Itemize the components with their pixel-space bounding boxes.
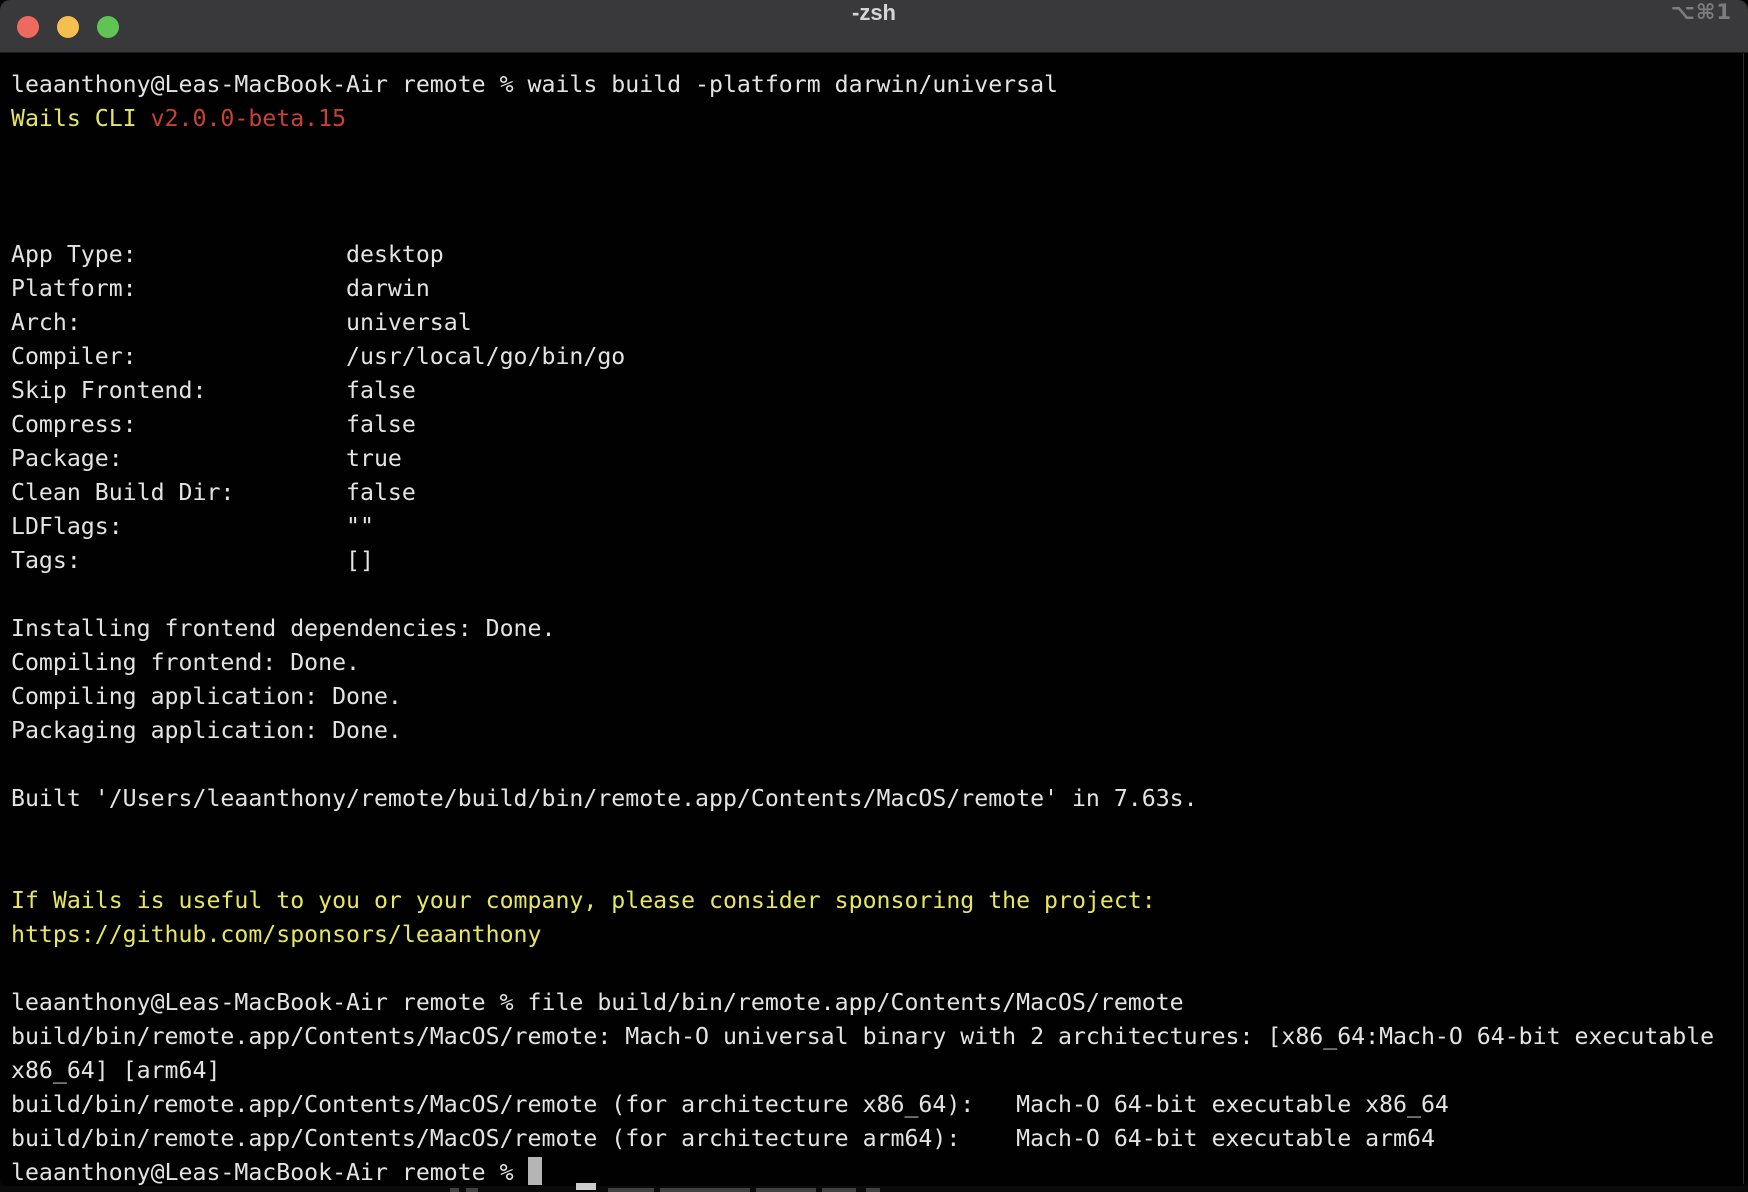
terminal-line: Skip Frontend: false	[11, 374, 1748, 408]
terminal-text-segment: Compress: false	[11, 411, 416, 438]
terminal-line	[11, 952, 1748, 986]
background-window-text-fragment	[608, 1188, 654, 1192]
terminal-text-segment: Wails CLI	[11, 105, 151, 132]
terminal-line: x86_64] [arm64]	[11, 1054, 1748, 1088]
terminal-line: Tags: []	[11, 544, 1748, 578]
terminal-line: App Type: desktop	[11, 238, 1748, 272]
terminal-text-segment: leaanthony@Leas-MacBook-Air remote % fil…	[11, 989, 1184, 1016]
background-window-sliver	[0, 1186, 1748, 1192]
terminal-text-segment: v2.0.0-beta.15	[151, 105, 346, 132]
terminal-text-segment: Packaging application: Done.	[11, 717, 402, 744]
terminal-line: Package: true	[11, 442, 1748, 476]
terminal-line	[11, 170, 1748, 204]
terminal-line	[11, 136, 1748, 170]
terminal-line: build/bin/remote.app/Contents/MacOS/remo…	[11, 1020, 1748, 1054]
terminal-text-segment: Package: true	[11, 445, 402, 472]
terminal-text-segment: Platform: darwin	[11, 275, 430, 302]
terminal-line: Installing frontend dependencies: Done.	[11, 612, 1748, 646]
terminal-line: build/bin/remote.app/Contents/MacOS/remo…	[11, 1088, 1748, 1122]
terminal-line	[11, 850, 1748, 884]
terminal-line	[11, 816, 1748, 850]
terminal-line: Built '/Users/leaanthony/remote/build/bi…	[11, 782, 1748, 816]
tab-keyboard-shortcut: ⌥⌘1	[1671, 0, 1732, 52]
terminal-line: build/bin/remote.app/Contents/MacOS/remo…	[11, 1122, 1748, 1156]
terminal-line: Clean Build Dir: false	[11, 476, 1748, 510]
terminal-line: Packaging application: Done.	[11, 714, 1748, 748]
background-window-text-fragment	[450, 1188, 459, 1192]
terminal-text-segment: build/bin/remote.app/Contents/MacOS/remo…	[11, 1091, 1449, 1118]
terminal-text-segment: Compiling frontend: Done.	[11, 649, 360, 676]
terminal-window: -zsh ⌥⌘1 leaanthony@Leas-MacBook-Air rem…	[0, 0, 1748, 1186]
terminal-text-segment: Arch: universal	[11, 309, 472, 336]
terminal-line: Compiler: /usr/local/go/bin/go	[11, 340, 1748, 374]
terminal-text-segment: Compiling application: Done.	[11, 683, 402, 710]
terminal-text-segment: Tags: []	[11, 547, 374, 574]
terminal-text-segment: leaanthony@Leas-MacBook-Air remote %	[11, 1159, 528, 1186]
terminal-screen[interactable]: leaanthony@Leas-MacBook-Air remote % wai…	[0, 53, 1748, 1186]
terminal-line: https://github.com/sponsors/leaanthony	[11, 918, 1748, 952]
terminal-text-segment: If Wails is useful to you or your compan…	[11, 887, 1156, 914]
terminal-line: Compiling application: Done.	[11, 680, 1748, 714]
scrollbar-track[interactable]	[1743, 53, 1744, 1184]
terminal-line: leaanthony@Leas-MacBook-Air remote % wai…	[11, 68, 1748, 102]
background-window-text-fragment	[466, 1188, 478, 1192]
background-window-text-fragment	[866, 1188, 880, 1192]
terminal-line: Compress: false	[11, 408, 1748, 442]
terminal-line: Compiling frontend: Done.	[11, 646, 1748, 680]
terminal-line	[11, 204, 1748, 238]
terminal-line: Arch: universal	[11, 306, 1748, 340]
terminal-text-segment: https://github.com/sponsors/leaanthony	[11, 921, 541, 948]
background-window-text-fragment	[660, 1188, 750, 1192]
terminal-text-segment: build/bin/remote.app/Contents/MacOS/remo…	[11, 1125, 1435, 1152]
terminal-text-segment: Skip Frontend: false	[11, 377, 416, 404]
terminal-text-segment: build/bin/remote.app/Contents/MacOS/remo…	[11, 1023, 1714, 1050]
terminal-cursor	[528, 1157, 542, 1185]
terminal-text-segment: x86_64] [arm64]	[11, 1057, 220, 1084]
terminal-line: Wails CLI v2.0.0-beta.15	[11, 102, 1748, 136]
window-title: -zsh	[0, 0, 1748, 52]
terminal-text-segment: Compiler: /usr/local/go/bin/go	[11, 343, 625, 370]
terminal-line: LDFlags: ""	[11, 510, 1748, 544]
terminal-text-segment: Clean Build Dir: false	[11, 479, 416, 506]
terminal-line	[11, 748, 1748, 782]
terminal-line	[11, 578, 1748, 612]
terminal-line: Platform: darwin	[11, 272, 1748, 306]
background-window-text-fragment	[822, 1188, 856, 1192]
terminal-text-segment: App Type: desktop	[11, 241, 444, 268]
terminal-text-segment: Installing frontend dependencies: Done.	[11, 615, 555, 642]
background-window-cursor-fragment	[576, 1183, 596, 1190]
terminal-line: leaanthony@Leas-MacBook-Air remote % fil…	[11, 986, 1748, 1020]
terminal-text-segment: Built '/Users/leaanthony/remote/build/bi…	[11, 785, 1198, 812]
background-window-text-fragment	[756, 1188, 816, 1192]
terminal-line: If Wails is useful to you or your compan…	[11, 884, 1748, 918]
terminal-text-segment: LDFlags: ""	[11, 513, 374, 540]
terminal-text-segment: leaanthony@Leas-MacBook-Air remote % wai…	[11, 71, 1058, 98]
titlebar[interactable]: -zsh ⌥⌘1	[0, 0, 1748, 53]
terminal-line: leaanthony@Leas-MacBook-Air remote %	[11, 1156, 1748, 1186]
